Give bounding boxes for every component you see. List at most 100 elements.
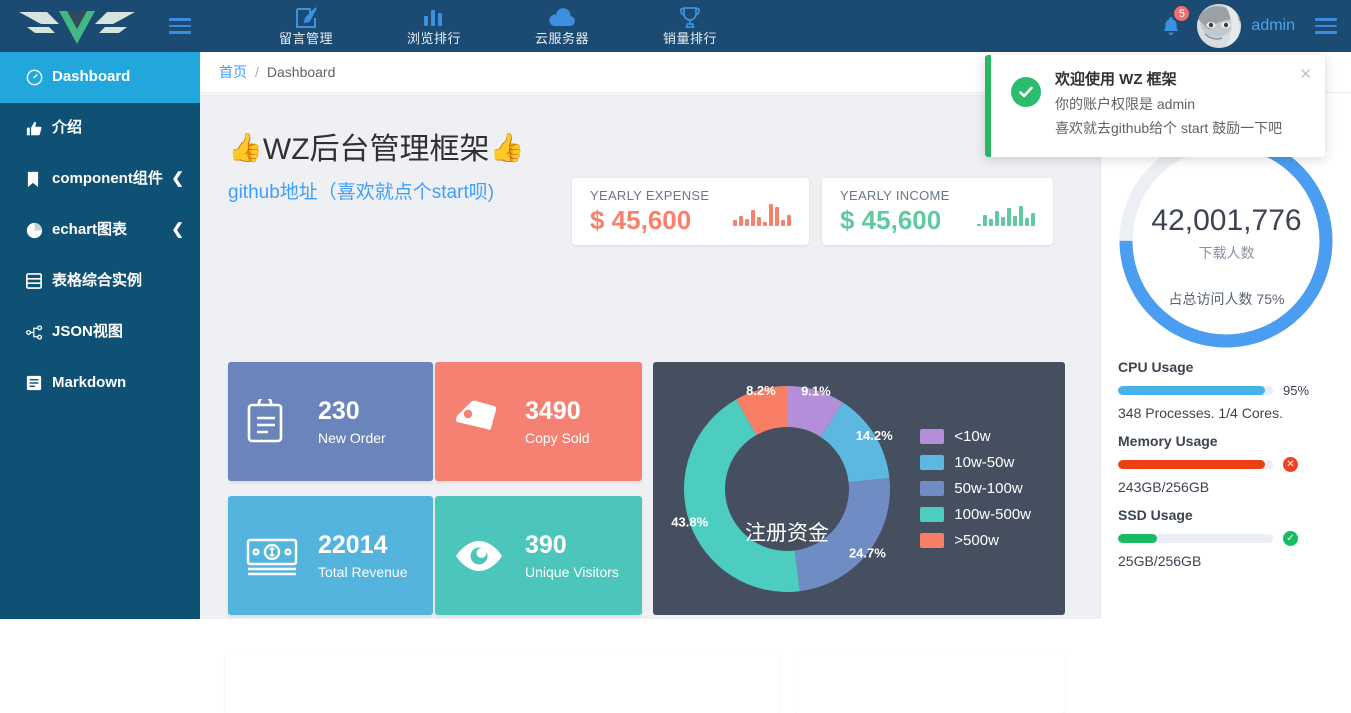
username-label[interactable]: admin <box>1251 17 1295 35</box>
sidebar-item-label: 介绍 <box>52 119 83 136</box>
yearly-income-card[interactable]: YEARLY INCOME $ 45,600 <box>822 178 1053 245</box>
top-nav-label: 云服务器 <box>534 31 589 46</box>
toast-title: 欢迎使用 WZ 框架 <box>1055 71 1177 88</box>
github-link[interactable]: github地址（喜欢就点个start呗) <box>228 180 558 206</box>
avatar[interactable] <box>1197 4 1242 48</box>
usage-label: CPU Usage <box>1118 359 1194 375</box>
legend-item[interactable]: 50w-100w <box>920 480 1031 497</box>
edit-square-icon <box>294 6 318 30</box>
usage-percent: 95% <box>1283 383 1310 398</box>
income-sparkline <box>977 198 1035 226</box>
usage-progress-track[interactable] <box>1118 386 1273 395</box>
yearly-expense-card[interactable]: YEARLY EXPENSE $ 45,600 <box>572 178 809 245</box>
tile-number: 22014 <box>318 530 388 559</box>
user-menu-button[interactable] <box>1309 0 1343 52</box>
notifications-button[interactable]: 5 <box>1149 0 1193 52</box>
chevron-left-icon[interactable]: ❮ <box>171 166 184 192</box>
system-usage-panel: 系统利用率 42,001,776 下载人数 占总访问人数 75% CPU Usa… <box>1100 94 1351 619</box>
tag-icon <box>453 400 525 444</box>
breadcrumb-current: Dashboard <box>266 64 336 80</box>
thumbs-up-emoji-icon: 👍 <box>228 132 263 163</box>
hamburger-icon <box>1315 14 1337 38</box>
legend-label: 50w-100w <box>954 480 1023 497</box>
download-gauge: 42,001,776 下载人数 占总访问人数 75% <box>1101 129 1351 354</box>
tile-unique-visitors[interactable]: 390 Unique Visitors <box>435 496 642 615</box>
top-nav-label: 浏览排行 <box>406 31 461 46</box>
sidebar-item-markdown[interactable]: Markdown <box>0 358 200 409</box>
sidebar-item-intro[interactable]: 介绍 <box>0 103 200 154</box>
tile-number: 230 <box>318 396 360 425</box>
sidebar-item-label: 表格综合实例 <box>52 272 143 289</box>
top-nav-label: 销量排行 <box>662 31 717 46</box>
donut-slice-label: 8.2% <box>746 383 776 398</box>
legend-swatch <box>920 455 945 470</box>
legend-item[interactable]: <10w <box>920 428 1031 445</box>
tile-copy-sold[interactable]: 3490 Copy Sold <box>435 362 642 481</box>
top-nav-item-cloud-server[interactable]: 云服务器 <box>498 0 626 52</box>
top-nav-item-browse-ranking[interactable]: 浏览排行 <box>370 0 498 52</box>
table-icon <box>26 266 52 296</box>
dashboard-panel: 👍 WZ后台管理框架 👍 github地址（喜欢就点个start呗) YEARLY … <box>200 94 1100 713</box>
error-badge-icon: ✕ <box>1283 457 1298 472</box>
legend-item[interactable]: >500w <box>920 532 1031 549</box>
legend-label: >500w <box>954 532 999 549</box>
sidebar-item-dashboard[interactable]: Dashboard <box>0 52 200 103</box>
sidebar-toggle-button[interactable] <box>154 0 206 52</box>
vue-wings-logo-icon <box>19 11 135 44</box>
usage-note: 25GB/256GB <box>1118 553 1202 569</box>
legend-label: <10w <box>954 428 991 445</box>
top-nav-item-sales-ranking[interactable]: 销量排行 <box>626 0 754 52</box>
usage-progress-fill <box>1118 386 1266 395</box>
sidebar-item-label: echart图表 <box>52 221 128 238</box>
usage-progress-fill <box>1118 534 1157 543</box>
tile-label: New Order <box>318 429 386 446</box>
tile-new-order[interactable]: 230 New Order <box>228 362 433 481</box>
sidebar-item-json-view[interactable]: JSON视图 <box>0 307 200 358</box>
pie-chart-icon <box>26 215 52 245</box>
registered-capital-chart[interactable]: 9.1% 14.2% 24.7% 43.8% 8.2% 注册资金 <10w 10w-50w… <box>653 362 1065 615</box>
gauge-value: 42,001,776 <box>1151 204 1302 237</box>
usage-progress-track[interactable] <box>1118 460 1273 469</box>
sidebar-item-echart[interactable]: echart图表 ❮ <box>0 205 200 256</box>
dashboard-gauge-icon <box>26 62 52 92</box>
usage-label: SSD Usage <box>1118 507 1193 523</box>
bar-chart-icon <box>423 6 445 30</box>
sitemap-icon <box>26 317 52 347</box>
breadcrumb-home-link[interactable]: 首页 <box>219 62 247 82</box>
top-nav-item-messages[interactable]: 留言管理 <box>242 0 370 52</box>
donut-slice-label: 9.1% <box>801 384 831 399</box>
tile-total-revenue[interactable]: 22014 Total Revenue <box>228 496 433 615</box>
usage-progress-track[interactable] <box>1118 534 1273 543</box>
gauge-caption: 下载人数 <box>1198 245 1255 261</box>
tile-label: Copy Sold <box>525 429 590 446</box>
page-title: 👍 WZ后台管理框架 👍 <box>228 130 558 170</box>
thumbs-up-icon <box>26 113 52 143</box>
usage-progress-fill <box>1118 460 1266 469</box>
gauge-center-text: 42,001,776 下载人数 <box>1101 203 1351 263</box>
legend-item[interactable]: 10w-50w <box>920 454 1031 471</box>
money-icon <box>246 534 318 578</box>
expense-sparkline <box>733 198 791 226</box>
welcome-toast[interactable]: 欢迎使用 WZ 框架 你的账户权限是 admin 喜欢就去github给个 st… <box>985 55 1325 157</box>
svg-text:注册资金: 注册资金 <box>745 522 829 545</box>
legend-swatch <box>920 507 945 522</box>
legend-item[interactable]: 100w-500w <box>920 506 1031 523</box>
bottom-card-left[interactable] <box>225 653 780 713</box>
trophy-icon <box>678 6 702 30</box>
usage-item-memory: Memory Usage ✕ 243GB/256GB <box>1118 433 1338 495</box>
legend-swatch <box>920 533 945 548</box>
top-navigation-bar: 留言管理 浏览排行 云服务器 销量排行 5 admin <box>0 0 1351 52</box>
gauge-footer: 占总访问人数 75% <box>1168 291 1285 307</box>
bottom-card-right[interactable] <box>795 653 1065 713</box>
tile-number: 3490 <box>525 396 581 425</box>
sidebar-item-component[interactable]: component组件 ❮ <box>0 154 200 205</box>
stat-card-value: $ 45,600 <box>590 204 692 235</box>
sidebar-item-table[interactable]: 表格综合实例 <box>0 256 200 307</box>
chevron-left-icon[interactable]: ❮ <box>171 217 184 243</box>
toast-line-1: 你的账户权限是 admin <box>1055 96 1196 112</box>
success-badge-icon: ✓ <box>1283 531 1298 546</box>
app-logo[interactable] <box>0 0 154 52</box>
donut-slice[interactable] <box>683 399 800 592</box>
sidebar: Dashboard 介绍 component组件 ❮ echart图表 ❮ 表格… <box>0 52 200 619</box>
close-icon[interactable]: ✕ <box>1299 67 1312 82</box>
